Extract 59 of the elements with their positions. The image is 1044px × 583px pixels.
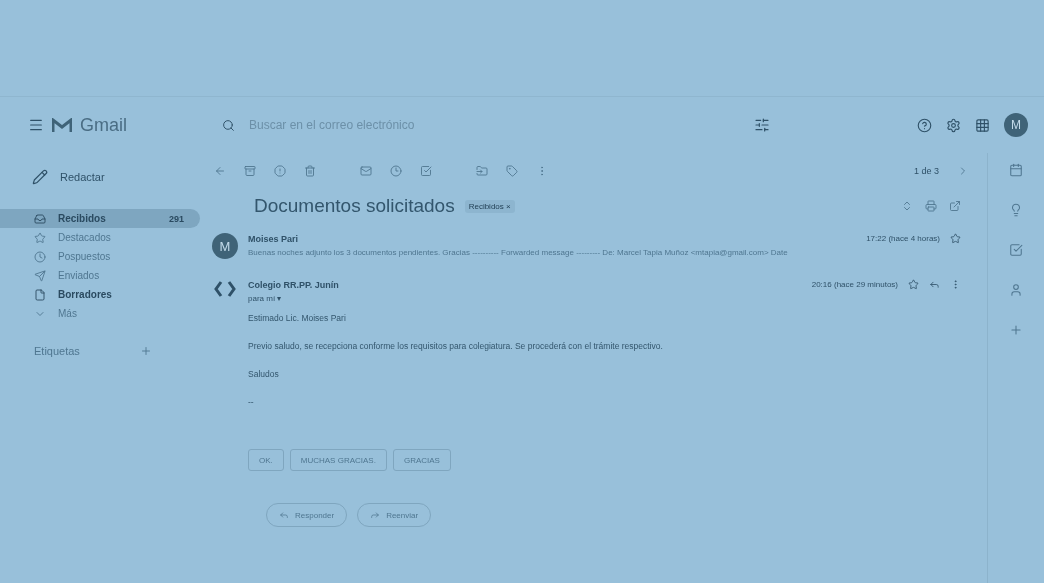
apps-grid-icon[interactable] <box>975 117 990 133</box>
label-icon[interactable] <box>506 165 518 177</box>
thread-subject: Documentos solicitados <box>254 195 455 217</box>
forward-icon <box>370 510 381 520</box>
sender-name: Colegio RR.PP. Junín <box>248 279 339 290</box>
expand-icon[interactable] <box>901 200 913 212</box>
envelope-logo-icon <box>52 117 72 133</box>
mail-icon[interactable] <box>360 165 372 177</box>
folder-item[interactable]: Pospuestos <box>0 247 200 266</box>
pencil-icon <box>32 169 48 185</box>
archive-icon[interactable] <box>244 165 256 177</box>
inbox-tag[interactable]: Recibidos × <box>464 199 515 213</box>
compose-button[interactable]: Redactar <box>32 159 122 195</box>
message-paragraph: Previo saludo, se recepciona conforme los requisitos para colegiatura. Se procederá con el trámite respectivo. <box>248 341 664 351</box>
account-avatar[interactable]: M <box>1004 113 1028 137</box>
message-paragraph: Estimado Lic. Moises Pari <box>248 313 347 323</box>
move-folder-icon[interactable] <box>476 165 488 177</box>
smart-reply-button[interactable]: OK. <box>248 449 284 471</box>
calendar-icon[interactable] <box>1009 163 1023 177</box>
folder-item[interactable]: Más <box>0 304 200 323</box>
back-icon[interactable] <box>214 165 226 177</box>
filter-icon[interactable] <box>754 117 770 133</box>
print-icon[interactable] <box>925 200 937 212</box>
task-icon[interactable] <box>420 165 432 177</box>
new-window-icon[interactable] <box>949 200 961 212</box>
folder-item[interactable]: Recibidos 291 <box>0 209 200 228</box>
help-icon[interactable] <box>917 117 932 133</box>
school-logo-icon <box>212 279 238 299</box>
folder-item[interactable]: Enviados <box>0 266 200 285</box>
search-icon[interactable] <box>222 118 235 132</box>
bulb-icon[interactable] <box>1009 203 1023 217</box>
pager-text: 1 de 3 <box>913 166 939 176</box>
recipient-text[interactable]: para mí ▾ <box>248 294 961 303</box>
clock-icon[interactable] <box>390 165 402 177</box>
reply-icon[interactable] <box>929 279 940 290</box>
folder-item[interactable]: Destacados <box>0 228 200 247</box>
sender-name: Moises Pari <box>248 233 299 244</box>
settings-icon[interactable] <box>946 117 961 133</box>
message-time: 20:16 (hace 29 minutos) <box>811 280 898 289</box>
add-icon[interactable] <box>1009 323 1023 337</box>
sender-avatar: M <box>212 233 238 259</box>
reply-icon <box>279 510 289 520</box>
unread-count: 291 <box>168 213 184 224</box>
menu-icon[interactable] <box>28 117 44 133</box>
spam-icon[interactable] <box>274 165 286 177</box>
folder-item[interactable]: Borradores <box>0 285 200 304</box>
labels-heading: Etiquetas <box>34 345 80 357</box>
trash-icon[interactable] <box>304 165 316 177</box>
task-icon[interactable] <box>1009 243 1023 257</box>
person-icon[interactable] <box>1009 283 1023 297</box>
app-name: Gmail <box>80 114 127 136</box>
smart-reply-button[interactable]: MUCHAS GRACIAS. <box>289 449 387 471</box>
add-label-icon[interactable] <box>140 345 152 357</box>
smart-reply-button[interactable]: GRACIAS <box>392 449 451 471</box>
star-icon[interactable] <box>950 233 961 244</box>
star-icon[interactable] <box>908 279 919 290</box>
message-time: 17:22 (hace 4 horas) <box>866 234 940 243</box>
message-paragraph: -- <box>248 397 255 407</box>
message-paragraph: Saludos <box>248 369 280 379</box>
